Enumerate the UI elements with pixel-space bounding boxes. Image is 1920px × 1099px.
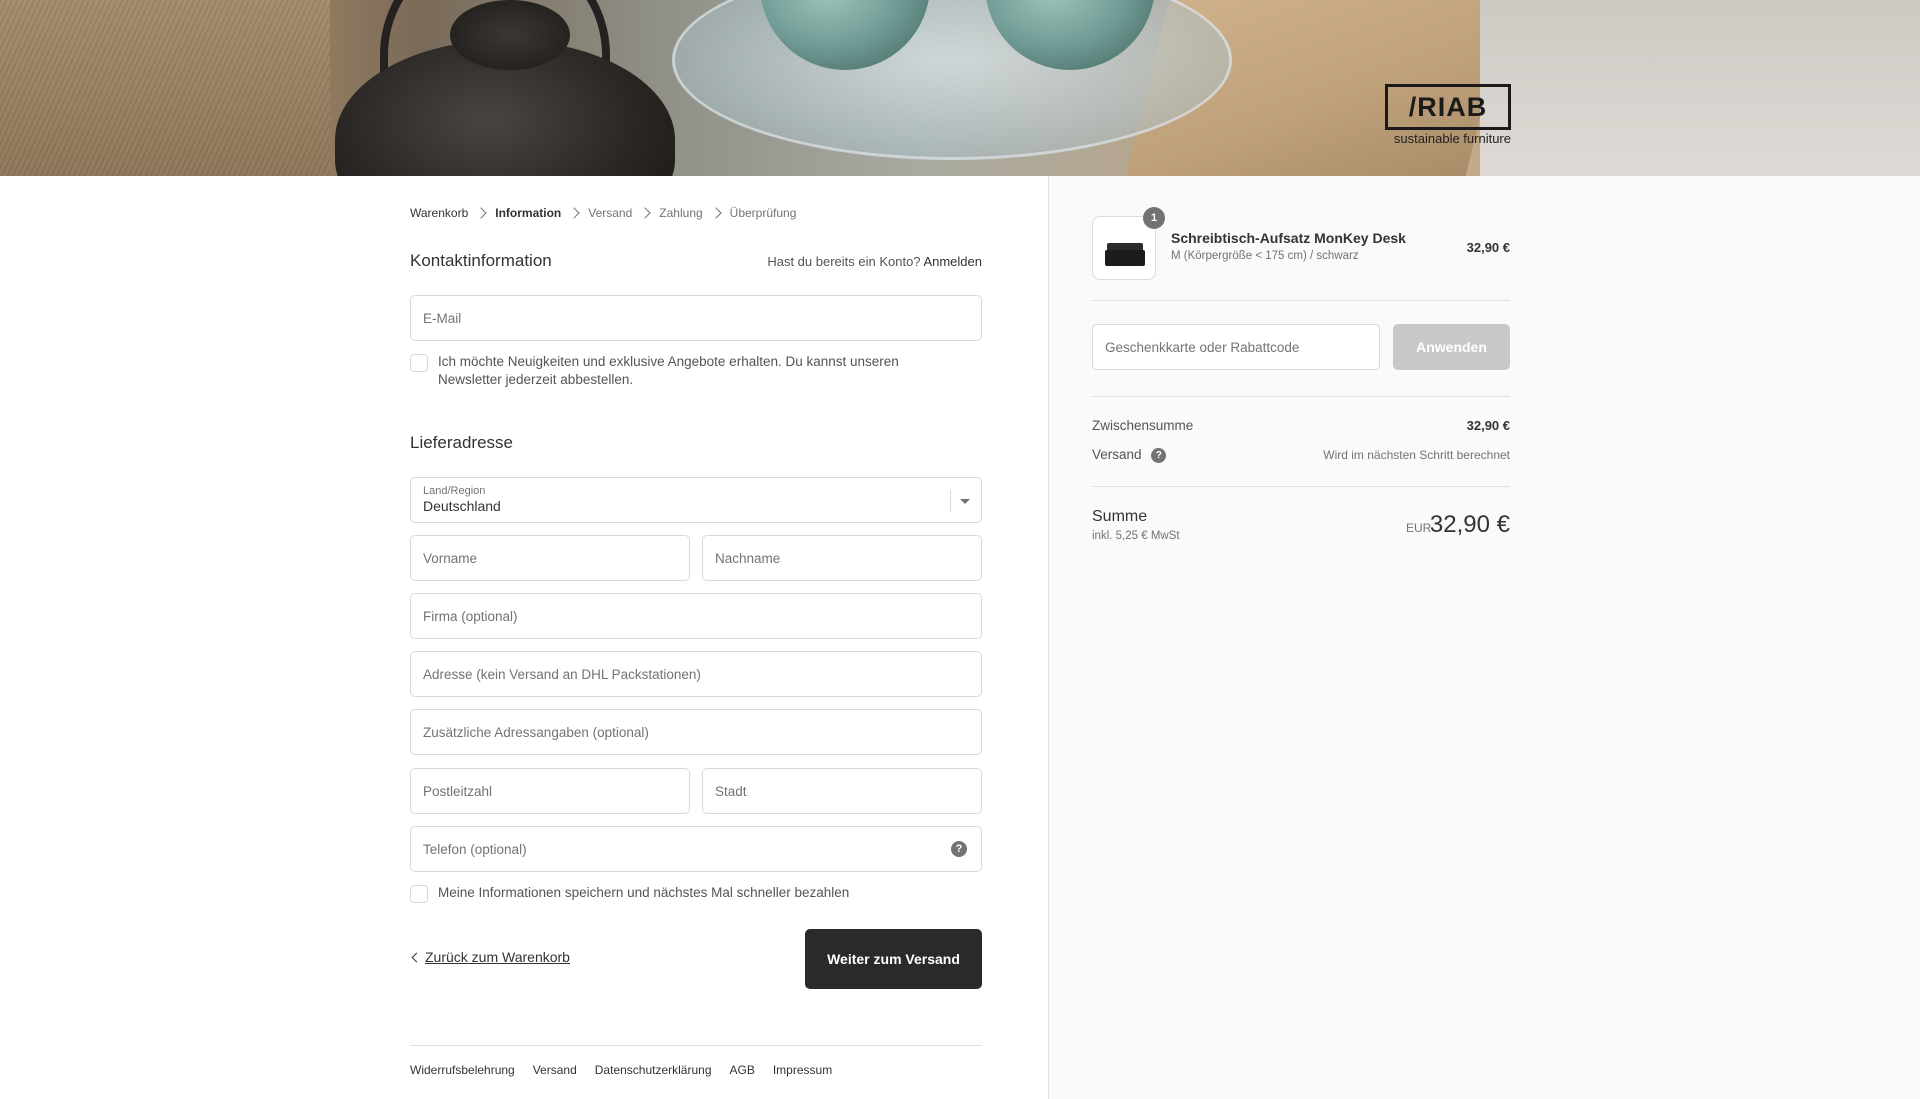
cart-line-item: 1 Schreibtisch-Aufsatz MonKey Desk M (Kö… <box>1092 207 1510 280</box>
zip-field[interactable] <box>410 768 690 814</box>
hero-banner: /RIAB sustainable furniture <box>0 0 1920 176</box>
apply-discount-button[interactable]: Anwenden <box>1393 324 1510 370</box>
back-to-cart-label: Zurück zum Warenkorb <box>425 949 570 965</box>
summary-divider <box>1092 300 1510 301</box>
chevron-right-icon <box>639 207 651 219</box>
chevron-down-icon <box>960 499 970 504</box>
zip-input[interactable] <box>423 783 677 799</box>
address-input[interactable] <box>423 666 969 682</box>
footer-link-shipping[interactable]: Versand <box>533 1063 577 1077</box>
select-divider <box>950 490 951 512</box>
address-field[interactable] <box>410 651 982 697</box>
email-input[interactable] <box>423 310 969 326</box>
discount-code-field[interactable] <box>1092 324 1380 370</box>
policy-links: Widerrufsbelehrung Versand Datenschutzer… <box>410 1045 982 1077</box>
product-thumbnail: 1 <box>1092 207 1165 280</box>
brand-tagline: sustainable furniture <box>1393 131 1511 146</box>
product-name: Schreibtisch-Aufsatz MonKey Desk <box>1171 230 1406 246</box>
footer-link-privacy[interactable]: Datenschutzerklärung <box>595 1063 712 1077</box>
country-value: Deutschland <box>423 498 501 514</box>
subtotal-label: Zwischensumme <box>1092 418 1194 433</box>
chevron-right-icon <box>568 207 580 219</box>
product-image-body <box>1105 250 1145 266</box>
banner-floor <box>1480 0 1920 176</box>
banner-teapot-lid <box>450 0 570 70</box>
newsletter-checkbox[interactable] <box>410 354 428 372</box>
total-label: Summe <box>1092 508 1148 525</box>
continue-to-shipping-button[interactable]: Weiter zum Versand <box>805 929 982 989</box>
product-price: 32,90 € <box>1466 240 1510 255</box>
country-select[interactable]: Land/Region Deutschland <box>410 477 982 523</box>
footer-link-withdrawal[interactable]: Widerrufsbelehrung <box>410 1063 515 1077</box>
quantity-badge: 1 <box>1143 207 1165 229</box>
summary-divider <box>1092 486 1510 487</box>
company-input[interactable] <box>423 608 969 624</box>
discount-code-input[interactable] <box>1105 339 1367 355</box>
contact-title: Kontaktinformation <box>410 251 552 270</box>
first-name-field[interactable] <box>410 535 690 581</box>
chevron-left-icon <box>411 952 422 962</box>
breadcrumb-information: Information <box>495 206 562 220</box>
save-info-option[interactable]: Meine Informationen speichern und nächst… <box>410 884 982 903</box>
total-amount: 32,90 € <box>1429 511 1510 538</box>
shipping-row: Versand ? Wird im nächsten Schritt berec… <box>1092 447 1510 463</box>
banner-fabric <box>0 0 330 176</box>
city-input[interactable] <box>715 783 969 799</box>
tax-note: inkl. 5,25 € MwSt <box>1092 530 1180 542</box>
city-field[interactable] <box>702 768 982 814</box>
footer-link-terms[interactable]: AGB <box>730 1063 755 1077</box>
last-name-input[interactable] <box>715 550 969 566</box>
brand-logo[interactable]: /RIAB <box>1385 84 1511 130</box>
shipping-title: Lieferadresse <box>410 433 514 452</box>
footer-link-imprint[interactable]: Impressum <box>773 1063 832 1077</box>
back-to-cart-link[interactable]: Zurück zum Warenkorb <box>410 949 570 965</box>
newsletter-option[interactable]: Ich möchte Neuigkeiten und exklusive Ang… <box>410 353 982 389</box>
company-field[interactable] <box>410 593 982 639</box>
phone-input[interactable] <box>423 841 969 857</box>
login-hint-text: Hast du bereits ein Konto? <box>767 254 921 269</box>
email-field[interactable] <box>410 295 982 341</box>
summary-divider <box>1092 396 1510 397</box>
address2-field[interactable] <box>410 709 982 755</box>
newsletter-label: Ich möchte Neuigkeiten und exklusive Ang… <box>438 354 899 387</box>
address2-input[interactable] <box>423 724 969 740</box>
save-info-label: Meine Informationen speichern und nächst… <box>438 885 850 900</box>
shipping-label: Versand <box>1092 447 1142 462</box>
breadcrumb-cart[interactable]: Warenkorb <box>410 206 468 220</box>
breadcrumb-shipping: Versand <box>588 206 633 220</box>
product-variant: M (Körpergröße < 175 cm) / schwarz <box>1171 250 1359 262</box>
last-name-field[interactable] <box>702 535 982 581</box>
breadcrumb-payment: Zahlung <box>659 206 703 220</box>
country-label: Land/Region <box>423 485 486 497</box>
save-info-checkbox[interactable] <box>410 885 428 903</box>
help-icon[interactable]: ? <box>1151 447 1167 463</box>
total-currency: EUR <box>1406 521 1432 535</box>
subtotal-value: 32,90 € <box>1466 418 1510 433</box>
shipping-note: Wird im nächsten Schritt berechnet <box>1323 447 1510 462</box>
phone-field[interactable]: ? <box>410 826 982 872</box>
help-icon[interactable]: ? <box>951 841 967 857</box>
subtotal-row: Zwischensumme 32,90 € <box>1092 418 1510 433</box>
login-link[interactable]: Anmelden <box>923 254 982 269</box>
chevron-right-icon <box>475 207 487 219</box>
order-summary-panel <box>1048 176 1920 1099</box>
breadcrumb-review: Überprüfung <box>729 206 797 220</box>
breadcrumb: Warenkorb Information Versand Zahlung Üb… <box>410 206 796 220</box>
login-hint: Hast du bereits ein Konto? Anmelden <box>767 254 982 269</box>
chevron-right-icon <box>710 207 722 219</box>
first-name-input[interactable] <box>423 550 677 566</box>
